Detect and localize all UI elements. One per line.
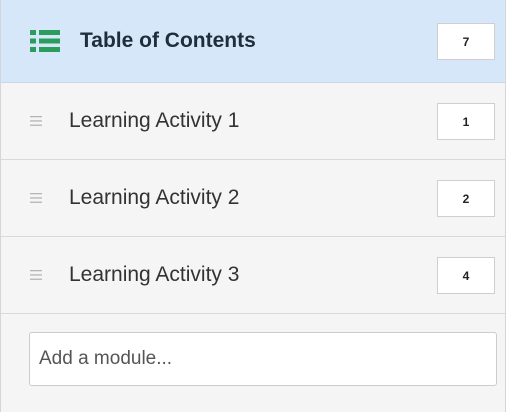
toc-count-badge: 7 bbox=[437, 23, 495, 60]
toc-header[interactable]: Table of Contents 7 bbox=[1, 0, 505, 83]
module-item-label[interactable]: Learning Activity 1 bbox=[69, 109, 239, 133]
list-icon bbox=[30, 30, 60, 52]
module-item-3[interactable]: Learning Activity 3 4 bbox=[1, 237, 505, 314]
add-module-area bbox=[1, 314, 505, 410]
drag-handle-icon[interactable] bbox=[30, 269, 42, 281]
module-item-label[interactable]: Learning Activity 2 bbox=[69, 186, 239, 210]
module-count-badge: 2 bbox=[437, 180, 495, 217]
drag-handle-icon[interactable] bbox=[30, 115, 42, 127]
module-count-badge: 1 bbox=[437, 103, 495, 140]
module-item-2[interactable]: Learning Activity 2 2 bbox=[1, 160, 505, 237]
add-module-input[interactable] bbox=[29, 332, 497, 386]
toc-title: Table of Contents bbox=[80, 29, 256, 52]
drag-handle-icon[interactable] bbox=[30, 192, 42, 204]
module-count-badge: 4 bbox=[437, 257, 495, 294]
module-item-label[interactable]: Learning Activity 3 bbox=[69, 263, 239, 287]
toc-panel: Table of Contents 7 Learning Activity 1 … bbox=[0, 0, 506, 412]
module-item-1[interactable]: Learning Activity 1 1 bbox=[1, 83, 505, 160]
